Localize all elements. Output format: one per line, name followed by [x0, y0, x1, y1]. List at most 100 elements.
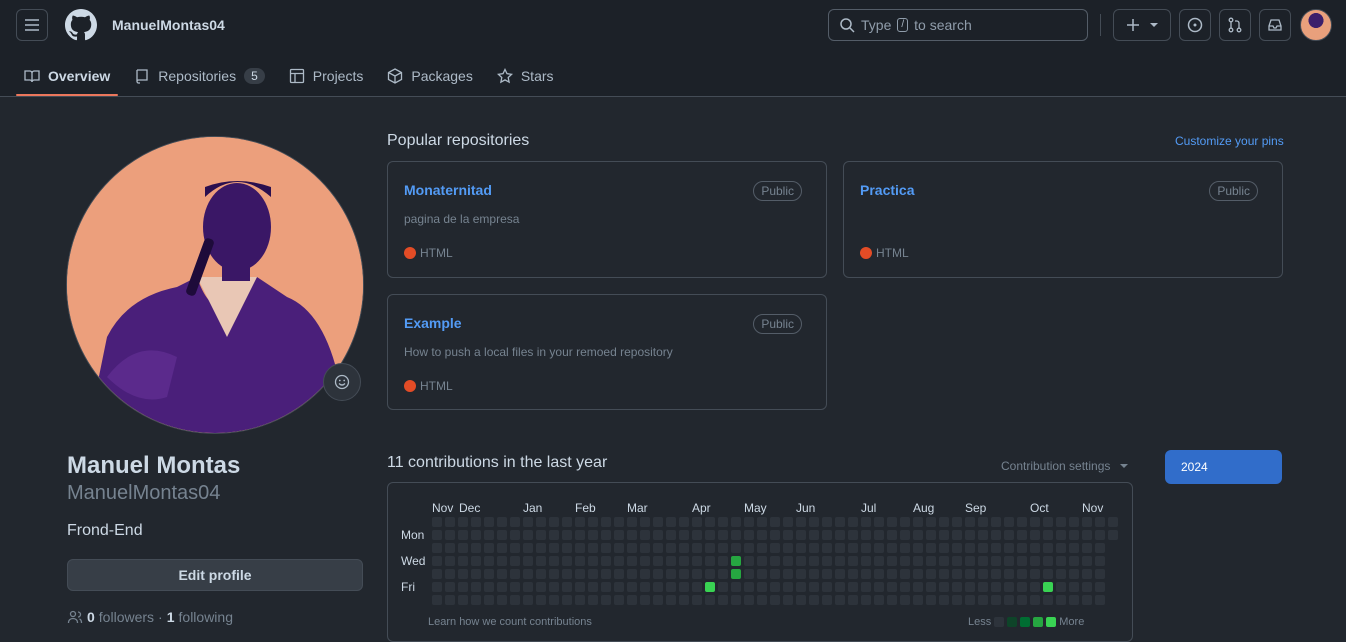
contribution-day-cell[interactable] — [718, 530, 728, 540]
contribution-day-cell[interactable] — [1030, 530, 1040, 540]
contribution-day-cell[interactable] — [1004, 595, 1014, 605]
contribution-day-cell[interactable] — [913, 569, 923, 579]
contribution-day-cell[interactable] — [1069, 530, 1079, 540]
contribution-day-cell[interactable] — [497, 530, 507, 540]
contribution-day-cell[interactable] — [1056, 595, 1066, 605]
contribution-day-cell[interactable] — [640, 517, 650, 527]
contribution-day-cell[interactable] — [822, 556, 832, 566]
contribution-day-cell[interactable] — [1056, 582, 1066, 592]
contribution-day-cell[interactable] — [653, 556, 663, 566]
contribution-day-cell[interactable] — [887, 530, 897, 540]
contribution-day-cell[interactable] — [1017, 517, 1027, 527]
contribution-day-cell[interactable] — [1030, 582, 1040, 592]
learn-contributions-link[interactable]: Learn how we count contributions — [428, 616, 592, 628]
contribution-day-cell[interactable] — [1082, 530, 1092, 540]
contribution-day-cell[interactable] — [770, 595, 780, 605]
contribution-day-cell[interactable] — [692, 517, 702, 527]
contribution-day-cell[interactable] — [1056, 517, 1066, 527]
contribution-day-cell[interactable] — [614, 595, 624, 605]
contribution-day-cell[interactable] — [809, 543, 819, 553]
contribution-day-cell[interactable] — [614, 543, 624, 553]
contribution-day-cell[interactable] — [510, 569, 520, 579]
tab-projects[interactable]: Projects — [281, 57, 372, 95]
contribution-day-cell[interactable] — [1004, 569, 1014, 579]
contribution-day-cell[interactable] — [497, 517, 507, 527]
contribution-day-cell[interactable] — [757, 530, 767, 540]
contribution-day-cell[interactable] — [757, 569, 767, 579]
contribution-day-cell[interactable] — [874, 517, 884, 527]
repo-name-link[interactable]: Monaternitad — [404, 182, 492, 198]
contribution-day-cell[interactable] — [796, 517, 806, 527]
contribution-day-cell[interactable] — [861, 543, 871, 553]
contribution-day-cell[interactable] — [835, 517, 845, 527]
contribution-day-cell[interactable] — [770, 543, 780, 553]
contribution-day-cell[interactable] — [1082, 517, 1092, 527]
contribution-day-cell[interactable] — [1056, 569, 1066, 579]
year-button[interactable]: 2024 — [1165, 450, 1282, 484]
contribution-day-cell[interactable] — [900, 556, 910, 566]
contribution-day-cell[interactable] — [666, 569, 676, 579]
contribution-day-cell[interactable] — [601, 569, 611, 579]
contribution-day-cell[interactable] — [1017, 569, 1027, 579]
contribution-day-cell[interactable] — [575, 569, 585, 579]
contribution-day-cell[interactable] — [731, 556, 741, 566]
contribution-day-cell[interactable] — [926, 530, 936, 540]
contribution-day-cell[interactable] — [848, 530, 858, 540]
contribution-day-cell[interactable] — [770, 569, 780, 579]
contribution-day-cell[interactable] — [783, 582, 793, 592]
tab-overview[interactable]: Overview — [16, 57, 119, 96]
contribution-day-cell[interactable] — [887, 595, 897, 605]
contribution-day-cell[interactable] — [874, 582, 884, 592]
contribution-day-cell[interactable] — [614, 569, 624, 579]
contribution-day-cell[interactable] — [926, 582, 936, 592]
contribution-day-cell[interactable] — [1082, 543, 1092, 553]
contribution-day-cell[interactable] — [1056, 556, 1066, 566]
contribution-day-cell[interactable] — [861, 582, 871, 592]
contribution-day-cell[interactable] — [783, 595, 793, 605]
contribution-day-cell[interactable] — [445, 556, 455, 566]
contribution-day-cell[interactable] — [653, 530, 663, 540]
contribution-day-cell[interactable] — [458, 556, 468, 566]
contribution-day-cell[interactable] — [1108, 517, 1118, 527]
contribution-day-cell[interactable] — [471, 556, 481, 566]
contribution-day-cell[interactable] — [679, 582, 689, 592]
contribution-day-cell[interactable] — [601, 530, 611, 540]
contribution-day-cell[interactable] — [692, 582, 702, 592]
contribution-day-cell[interactable] — [835, 530, 845, 540]
contribution-day-cell[interactable] — [757, 582, 767, 592]
contribution-day-cell[interactable] — [1017, 543, 1027, 553]
contribution-day-cell[interactable] — [952, 595, 962, 605]
contribution-day-cell[interactable] — [1004, 530, 1014, 540]
contribution-day-cell[interactable] — [1004, 556, 1014, 566]
user-avatar[interactable] — [1300, 9, 1332, 41]
contribution-day-cell[interactable] — [783, 569, 793, 579]
contribution-day-cell[interactable] — [471, 517, 481, 527]
contribution-day-cell[interactable] — [458, 543, 468, 553]
contribution-day-cell[interactable] — [432, 556, 442, 566]
tab-repositories[interactable]: Repositories 5 — [126, 57, 273, 95]
contribution-day-cell[interactable] — [614, 556, 624, 566]
contribution-day-cell[interactable] — [692, 569, 702, 579]
contribution-day-cell[interactable] — [926, 569, 936, 579]
contribution-day-cell[interactable] — [471, 543, 481, 553]
contribution-day-cell[interactable] — [874, 569, 884, 579]
contribution-day-cell[interactable] — [978, 530, 988, 540]
contribution-day-cell[interactable] — [952, 543, 962, 553]
contribution-day-cell[interactable] — [549, 543, 559, 553]
contribution-day-cell[interactable] — [588, 569, 598, 579]
github-logo-icon[interactable] — [65, 9, 97, 41]
contribution-day-cell[interactable] — [445, 543, 455, 553]
contribution-day-cell[interactable] — [614, 530, 624, 540]
contribution-day-cell[interactable] — [679, 595, 689, 605]
contribution-day-cell[interactable] — [692, 556, 702, 566]
contribution-day-cell[interactable] — [900, 595, 910, 605]
contribution-day-cell[interactable] — [484, 517, 494, 527]
contribution-day-cell[interactable] — [965, 569, 975, 579]
contribution-day-cell[interactable] — [666, 543, 676, 553]
contribution-day-cell[interactable] — [562, 530, 572, 540]
contribution-day-cell[interactable] — [588, 595, 598, 605]
contribution-day-cell[interactable] — [575, 556, 585, 566]
contribution-day-cell[interactable] — [926, 595, 936, 605]
contribution-day-cell[interactable] — [757, 595, 767, 605]
contribution-day-cell[interactable] — [965, 556, 975, 566]
